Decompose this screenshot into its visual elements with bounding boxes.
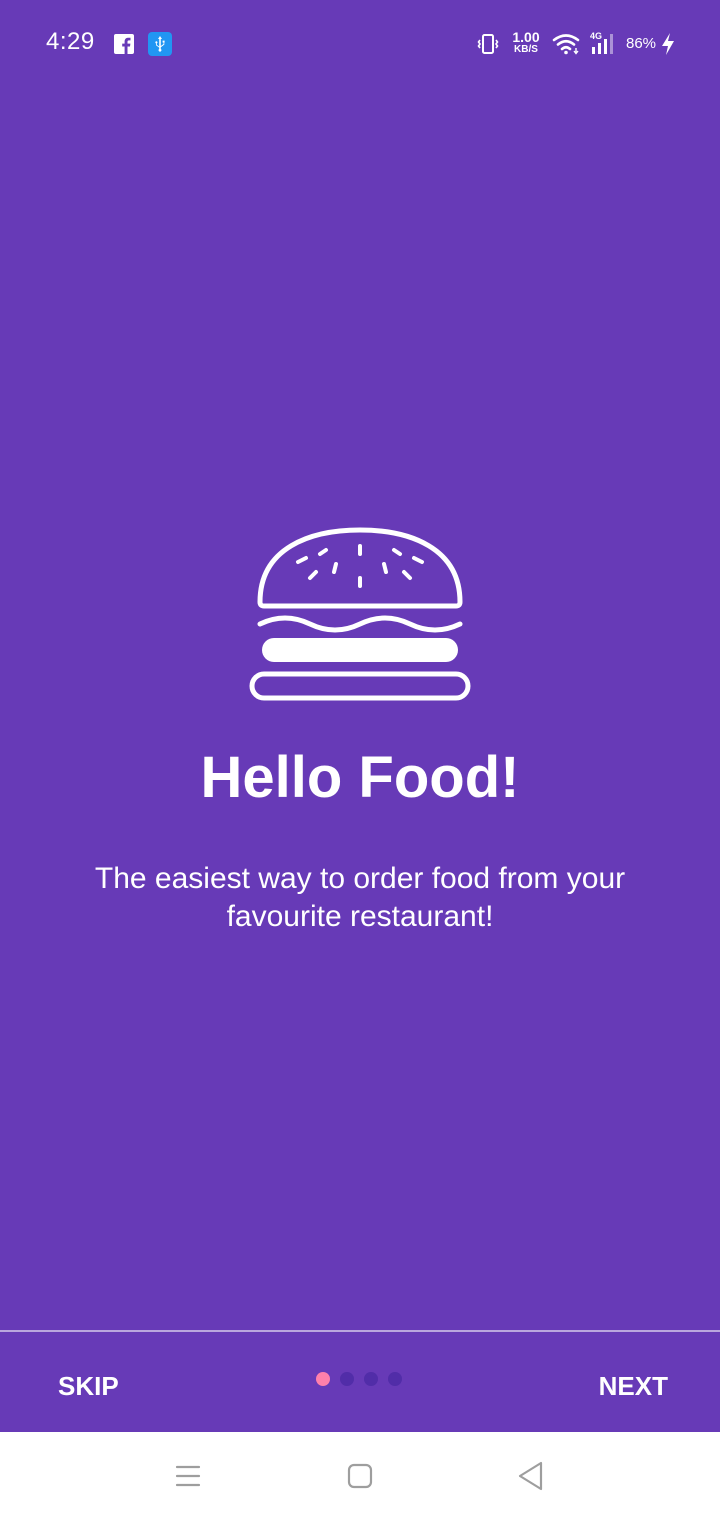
page-dot-4[interactable]: [388, 1372, 402, 1386]
page-indicator: [316, 1372, 402, 1388]
menu-icon[interactable]: [174, 1462, 202, 1490]
net-speed: 1.00 KB/S: [508, 30, 544, 55]
net-speed-value: 1.00: [512, 29, 540, 45]
status-bar: 4:29 1.00 KB/S 4G 86%: [0, 0, 720, 88]
next-button[interactable]: NEXT: [599, 1360, 668, 1412]
usb-icon: [148, 32, 172, 56]
wifi-icon: [552, 34, 580, 55]
status-time: 4:29: [46, 28, 95, 55]
network-type: 4G: [590, 31, 602, 41]
page-dot-3[interactable]: [364, 1372, 378, 1386]
facebook-icon: [114, 34, 134, 54]
burger-icon: [249, 527, 471, 701]
page-dot-1[interactable]: [316, 1372, 330, 1386]
page-dot-2[interactable]: [340, 1372, 354, 1386]
net-speed-unit: KB/S: [514, 44, 538, 55]
footer-divider: [0, 1330, 720, 1332]
skip-button[interactable]: SKIP: [58, 1360, 119, 1412]
onboarding-subtitle: The easiest way to order food from your …: [94, 862, 626, 933]
vibrate-icon: [477, 34, 499, 54]
onboarding-title: Hello Food!: [200, 745, 520, 810]
home-icon[interactable]: [346, 1462, 374, 1490]
back-icon[interactable]: [516, 1460, 546, 1492]
battery-level: 86%: [626, 35, 657, 52]
charging-icon: [662, 33, 674, 55]
signal-icon: 4G: [590, 31, 613, 54]
onboarding-screen: 4:29 1.00 KB/S 4G 86% Hello Food! The ea…: [0, 0, 720, 1432]
